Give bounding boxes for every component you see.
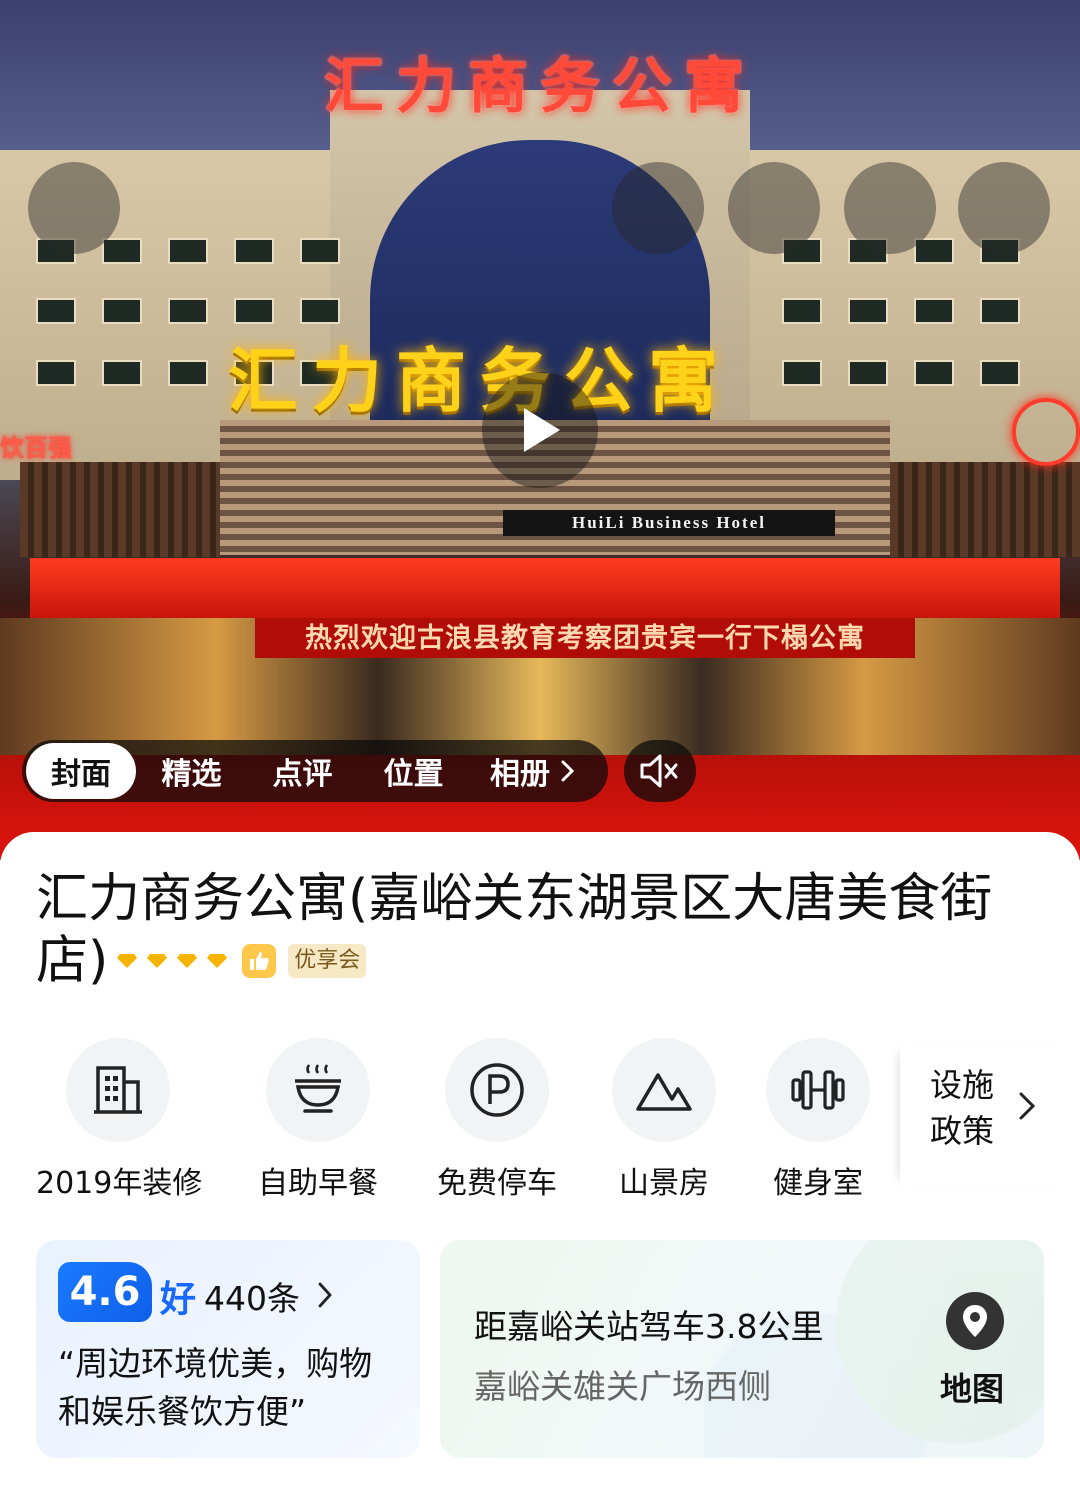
review-quote: “周边环境优美，购物 和娱乐餐饮方便” xyxy=(58,1344,373,1431)
right-neon-logo xyxy=(1012,398,1080,466)
rating-word: 好 xyxy=(160,1279,197,1320)
media-tab-bar: 封面 精选 点评 位置 相册 xyxy=(22,740,608,802)
hotel-name-plate: HuiLi Business Hotel xyxy=(503,510,835,536)
hotel-cover-photo[interactable]: 汇力商务公寓 汇力商务公寓 HuiLi Business Hotel 热烈欢迎古… xyxy=(0,0,1080,860)
window-row xyxy=(782,360,1020,386)
parking-icon xyxy=(470,1063,524,1117)
facility-label: 山景房 xyxy=(619,1166,709,1201)
welcome-banner: 热烈欢迎古浪县教育考察团贵宾一行下榻公寓 xyxy=(255,618,915,658)
map-label[interactable]: 地图 xyxy=(940,1364,1004,1410)
breakfast-icon xyxy=(295,1064,341,1113)
facility-label: 自助早餐 xyxy=(258,1166,378,1201)
tab-featured[interactable]: 精选 xyxy=(136,743,247,799)
hotel-name-line1: 汇力商务公寓(嘉峪关东湖景区大唐美食街 xyxy=(36,869,993,929)
hotel-rating-badges: 优享会 xyxy=(116,944,367,978)
building-icon xyxy=(94,1066,142,1114)
back-button[interactable] xyxy=(28,162,120,254)
map-pin-icon xyxy=(963,1305,987,1337)
mute-toggle-button[interactable] xyxy=(624,740,696,802)
facility-renovation[interactable]: 2019年装修 xyxy=(36,1038,203,1202)
tab-reviews[interactable]: 点评 xyxy=(247,743,358,799)
diamond-icon xyxy=(117,954,138,968)
dumbbell-icon xyxy=(791,1070,845,1110)
facility-gym[interactable]: 健身室 xyxy=(762,1038,874,1202)
facility-label: 2019年装修 xyxy=(36,1166,203,1201)
review-summary-card[interactable]: 4.6 好 440条 “周边环境优美，购物 和娱乐餐饮方便” xyxy=(36,1240,420,1458)
facility-mountain-view[interactable]: 山景房 xyxy=(608,1038,720,1202)
facility-parking[interactable]: 免费停车 xyxy=(430,1038,564,1202)
speaker-muted-icon xyxy=(640,754,678,788)
neon-top-sign: 汇力商务公寓 xyxy=(324,54,756,120)
chevron-right-icon xyxy=(1019,1092,1036,1120)
facility-label: 免费停车 xyxy=(437,1166,557,1201)
review-count: 440条 xyxy=(204,1279,300,1318)
member-badge[interactable]: 优享会 xyxy=(288,944,367,978)
header-action-button[interactable] xyxy=(844,162,936,254)
review-score-badge: 4.6 xyxy=(58,1262,152,1322)
neon-main-sign: 汇力商务公寓 xyxy=(228,344,732,421)
diamond-icon xyxy=(147,954,168,968)
map-background xyxy=(704,1240,1044,1458)
chevron-right-icon xyxy=(561,760,575,782)
tab-location[interactable]: 位置 xyxy=(358,743,469,799)
header-action-button[interactable] xyxy=(728,162,820,254)
play-icon xyxy=(524,408,560,452)
distance-text: 距嘉峪关站驾车3.8公里 xyxy=(474,1307,824,1346)
left-neon-sign: 饮百强 xyxy=(0,434,72,462)
mountain-icon xyxy=(636,1073,692,1111)
entrance-canopy xyxy=(30,558,1060,618)
location-card[interactable]: 距嘉峪关站驾车3.8公里 嘉峪关雄关广场西侧 地图 xyxy=(440,1240,1044,1458)
header-action-button[interactable] xyxy=(612,162,704,254)
chevron-right-icon xyxy=(318,1282,332,1308)
facility-breakfast[interactable]: 自助早餐 xyxy=(248,1038,388,1202)
address-text: 嘉峪关雄关广场西侧 xyxy=(474,1367,771,1406)
tab-cover[interactable]: 封面 xyxy=(26,743,136,799)
window-row xyxy=(36,298,340,324)
hotel-title: 汇力商务公寓(嘉峪关东湖景区大唐美食街 店) 优享会 xyxy=(36,868,1046,992)
facade-slats-right xyxy=(890,462,1080,557)
diamond-icon xyxy=(177,954,198,968)
map-button[interactable] xyxy=(946,1292,1004,1350)
header-action-button[interactable] xyxy=(958,162,1050,254)
diamond-icon xyxy=(207,954,228,968)
facility-label: 健身室 xyxy=(773,1166,863,1201)
thumbs-up-icon xyxy=(242,944,277,978)
hotel-name-line2: 店) xyxy=(36,931,109,991)
facade-slats-left xyxy=(20,462,220,557)
play-video-button[interactable] xyxy=(482,372,598,488)
window-row xyxy=(782,298,1020,324)
facilities-policy-link[interactable]: 设施 政策 xyxy=(900,1046,1080,1186)
tab-album[interactable]: 相册 xyxy=(469,743,599,799)
